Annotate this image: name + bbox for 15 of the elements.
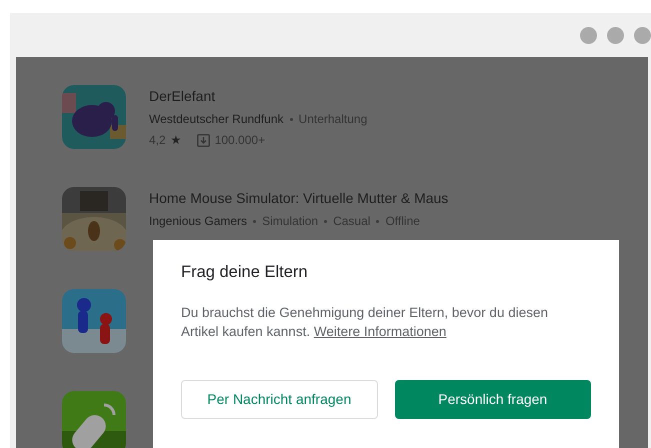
- app-title[interactable]: Home Mouse Simulator: Virtuelle Mutter & Maus: [149, 188, 448, 208]
- dot-separator-icon: [376, 220, 380, 222]
- developer-name: Ingenious Gamers: [149, 213, 248, 229]
- more-info-link[interactable]: Weitere Informationen: [314, 324, 446, 339]
- dot-separator-icon: [324, 220, 328, 222]
- ask-in-person-button[interactable]: Persönlich fragen: [394, 380, 591, 419]
- ask-by-message-button[interactable]: Per Nachricht anfragen: [181, 380, 378, 419]
- download-icon: [196, 134, 210, 146]
- star-icon: ★: [170, 132, 182, 148]
- dot-separator-icon: [290, 118, 293, 120]
- dot-separator-icon: [253, 220, 256, 222]
- app-title[interactable]: DerElefant: [149, 86, 368, 106]
- developer-name: Westdeutscher Rundfunk: [149, 111, 284, 127]
- dialog-title: Frag deine Eltern: [181, 262, 309, 283]
- dialog-message: Du brauchst die Genehmigung deiner Eltern, bevor du diesen Artikel kaufen kannst. Weitere Informationen: [181, 304, 549, 341]
